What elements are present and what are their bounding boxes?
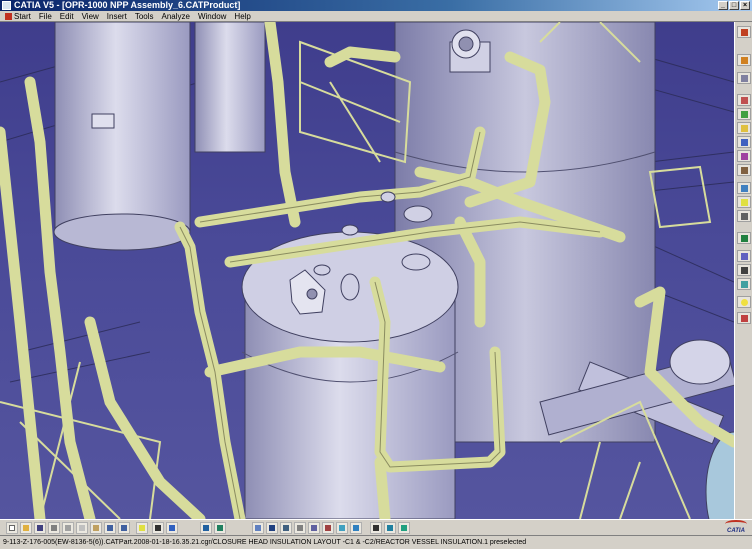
explode-icon[interactable] — [370, 522, 382, 534]
light-icon[interactable] — [737, 196, 751, 208]
start-icon — [5, 12, 12, 20]
annotation-icon[interactable] — [737, 232, 751, 244]
catia-logo: CATIA — [722, 520, 750, 536]
menu-edit[interactable]: Edit — [57, 12, 79, 21]
rotate-icon[interactable] — [200, 522, 212, 534]
open-icon[interactable] — [20, 522, 32, 534]
window-title: CATIA V5 - [OPR-1000 NPP Assembly_6.CATP… — [14, 0, 241, 10]
top-vessel — [194, 22, 266, 153]
shading-mode-icon[interactable] — [294, 522, 306, 534]
shading-icon[interactable] — [737, 250, 751, 262]
bulb-icon[interactable] — [737, 296, 751, 308]
camera-icon[interactable] — [737, 210, 751, 222]
menu-window[interactable]: Window — [195, 12, 231, 21]
new-icon[interactable] — [6, 522, 18, 534]
maximize-button[interactable]: □ — [729, 1, 739, 10]
menu-start[interactable]: Start — [2, 12, 36, 21]
fly-icon[interactable] — [737, 72, 751, 84]
render-style-icon[interactable] — [350, 522, 362, 534]
save-icon[interactable] — [34, 522, 46, 534]
swap-space-icon[interactable] — [322, 522, 334, 534]
measure-icon[interactable] — [737, 108, 751, 120]
menu-bar: Start File Edit View Insert Tools Analyz… — [0, 11, 752, 22]
window-controls: _ □ × — [718, 1, 750, 10]
close-button[interactable]: × — [740, 1, 750, 10]
cut-icon[interactable] — [62, 522, 74, 534]
color-icon[interactable] — [737, 150, 751, 162]
copy-icon[interactable] — [76, 522, 88, 534]
clash-icon[interactable] — [737, 122, 751, 134]
right-toolbar — [734, 22, 752, 519]
menu-tools[interactable]: Tools — [132, 12, 159, 21]
render-icon[interactable] — [737, 136, 751, 148]
filter-icon[interactable] — [398, 522, 410, 534]
hide-icon[interactable] — [737, 264, 751, 276]
select-icon[interactable] — [737, 26, 751, 38]
menu-insert[interactable]: Insert — [104, 12, 132, 21]
pan-icon[interactable] — [166, 522, 178, 534]
view-mode-icon[interactable] — [336, 522, 348, 534]
zoom-in-icon[interactable] — [214, 522, 226, 534]
title-bar: CATIA V5 - [OPR-1000 NPP Assembly_6.CATP… — [0, 0, 752, 11]
redo-icon[interactable] — [118, 522, 130, 534]
paste-icon[interactable] — [90, 522, 102, 534]
menu-file[interactable]: File — [36, 12, 57, 21]
zoom-out-icon[interactable] — [252, 522, 264, 534]
left-vessel — [53, 22, 191, 251]
3d-viewport[interactable] — [0, 22, 734, 519]
bottom-toolbar — [0, 519, 752, 535]
normal-view-icon[interactable] — [266, 522, 278, 534]
menu-start-label: Start — [14, 11, 31, 21]
iso-view-icon[interactable] — [280, 522, 292, 534]
logo-text: CATIA — [727, 528, 745, 534]
menu-help[interactable]: Help — [231, 12, 255, 21]
fit-icon[interactable] — [152, 522, 164, 534]
minimize-button[interactable]: _ — [718, 1, 728, 10]
print-icon[interactable] — [48, 522, 60, 534]
hide-show-icon[interactable] — [308, 522, 320, 534]
swap-icon[interactable] — [737, 312, 751, 324]
help-icon[interactable] — [136, 522, 148, 534]
catia-app-icon[interactable] — [2, 1, 11, 10]
status-bar: 9-113-Z-176-005(EW-8136-5(6)).CATPart.20… — [0, 535, 752, 549]
menu-view[interactable]: View — [79, 12, 104, 21]
undo-icon[interactable] — [104, 522, 116, 534]
layer-icon[interactable] — [384, 522, 396, 534]
logo-swoosh — [725, 520, 747, 528]
menu-analyze[interactable]: Analyze — [159, 12, 195, 21]
sketch-icon[interactable] — [737, 54, 751, 66]
show-icon[interactable] — [737, 278, 751, 290]
section-icon[interactable] — [737, 94, 751, 106]
view-icon[interactable] — [737, 182, 751, 194]
material-icon[interactable] — [737, 164, 751, 176]
plant-model-render — [0, 22, 734, 519]
